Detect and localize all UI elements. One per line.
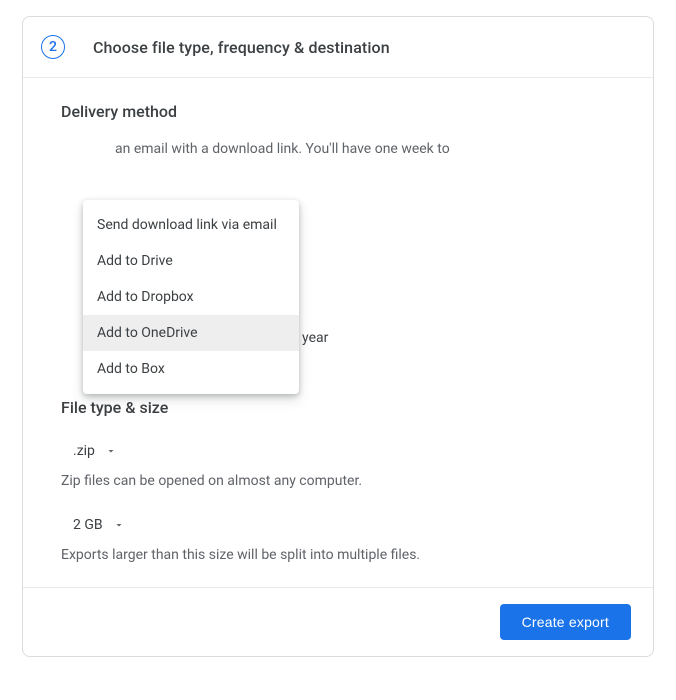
file-type-size-heading: File type & size (61, 398, 615, 417)
delivery-method-dropdown-menu: Send download link via email Add to Driv… (83, 200, 299, 394)
chevron-down-icon (113, 519, 125, 531)
card-body: Delivery method an email with a download… (23, 78, 653, 587)
card-title: Choose file type, frequency & destinatio… (93, 38, 390, 57)
delivery-option-drive[interactable]: Add to Drive (83, 243, 299, 279)
delivery-method-heading: Delivery method (61, 102, 615, 121)
card-header: 2 Choose file type, frequency & destinat… (23, 17, 653, 78)
delivery-option-box[interactable]: Add to Box (83, 351, 299, 387)
file-size-dropdown[interactable]: 2 GB (61, 509, 133, 541)
file-type-hint: Zip files can be opened on almost any co… (61, 473, 615, 489)
step-card: 2 Choose file type, frequency & destinat… (22, 16, 654, 657)
delivery-option-onedrive[interactable]: Add to OneDrive (83, 315, 299, 351)
delivery-option-email[interactable]: Send download link via email (83, 207, 299, 243)
delivery-option-dropbox[interactable]: Add to Dropbox (83, 279, 299, 315)
file-type-dropdown[interactable]: .zip (61, 435, 125, 467)
file-type-value: .zip (73, 443, 95, 459)
file-size-value: 2 GB (73, 517, 103, 533)
delivery-description: an email with a download link. You'll ha… (61, 139, 615, 160)
card-footer: Create export (23, 587, 653, 656)
create-export-button[interactable]: Create export (500, 604, 631, 640)
step-number-badge: 2 (41, 35, 65, 59)
file-size-hint: Exports larger than this size will be sp… (61, 547, 615, 563)
chevron-down-icon (105, 445, 117, 457)
